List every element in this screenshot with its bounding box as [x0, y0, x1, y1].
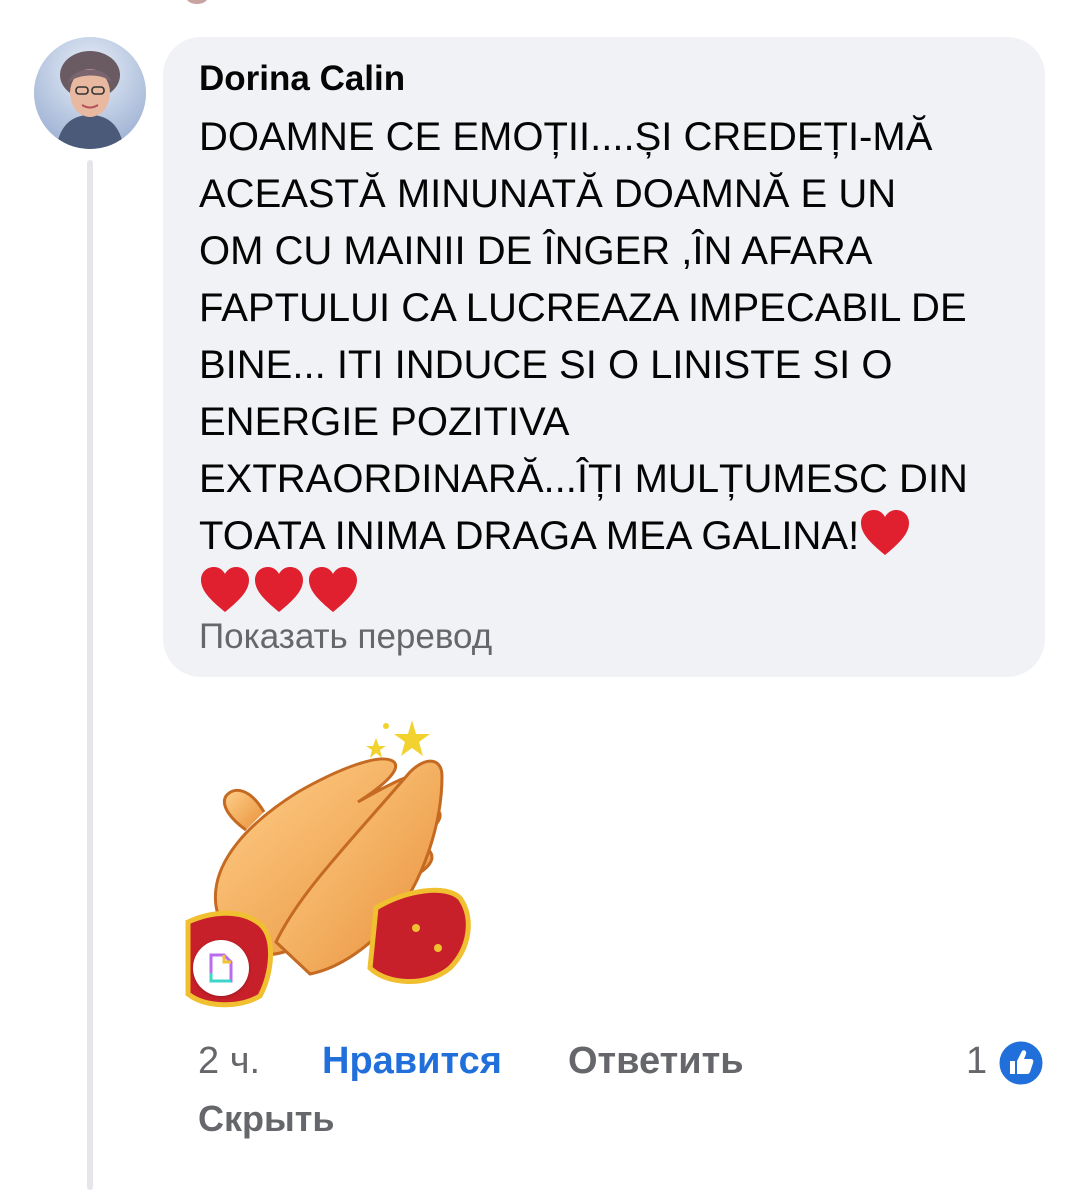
like-reaction-icon[interactable] [996, 1038, 1046, 1088]
file-icon [209, 953, 233, 983]
like-count[interactable]: 1 [966, 1040, 987, 1083]
comment-text-line: DOAMNE CE EMOȚII....ȘI CREDEȚI-MĂ [199, 115, 933, 159]
heart-icon [255, 567, 303, 612]
show-translation-link[interactable]: Показать перевод [199, 617, 492, 657]
like-button[interactable]: Нравится [322, 1040, 502, 1083]
comment-text-line: ACEASTĂ MINUNATĂ DOAMNĂ E UN [199, 172, 897, 216]
comment-text-line-text: EXTRAORDINARĂ...ÎȚI MULȚUMESC DIN [199, 457, 968, 501]
previous-item-fragment [186, 0, 208, 4]
heart-icon [861, 510, 910, 555]
heart-icon [201, 567, 249, 612]
comment-author[interactable]: Dorina Calin [199, 59, 405, 99]
comment-text-line: FAPTULUI CA LUCREAZA IMPECABIL DE [199, 286, 967, 330]
file-badge [193, 940, 249, 996]
reply-button[interactable]: Ответить [568, 1040, 744, 1083]
comment-time[interactable]: 2 ч. [198, 1040, 260, 1083]
avatar[interactable] [34, 37, 146, 149]
hide-button[interactable]: Скрыть [198, 1098, 335, 1140]
hearts-line [199, 565, 1019, 622]
comment-text-line: TOATA INIMA DRAGA MEA GALINA! [199, 508, 1019, 565]
heart-icon [309, 567, 357, 612]
comment-text-line: EXTRAORDINARĂ...ÎȚI MULȚUMESC DIN [199, 451, 1019, 508]
comment-text-line-text: TOATA INIMA DRAGA MEA GALINA! [199, 514, 860, 558]
thread-line [87, 160, 93, 1190]
comment-bubble: Dorina Calin DOAMNE CE EMOȚII....ȘI CRED… [163, 37, 1045, 677]
comment-text-line: OM CU MAINII DE ÎNGER ,ÎN AFARA [199, 229, 873, 273]
comment-text-line: ENERGIE POZITIVA [199, 400, 570, 444]
comment-text-line: BINE... ITI INDUCE SI O LINISTE SI O [199, 343, 893, 387]
comment-text: DOAMNE CE EMOȚII....ȘI CREDEȚI-MĂ ACEAST… [199, 109, 1019, 622]
